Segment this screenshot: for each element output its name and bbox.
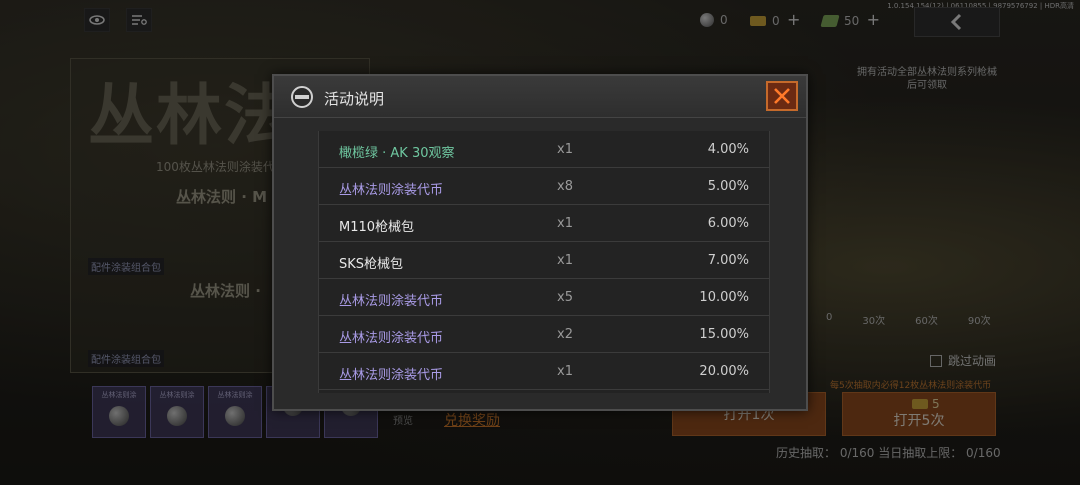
item-quantity: x8 bbox=[557, 179, 573, 194]
item-name: SKS枪械包 bbox=[339, 257, 404, 272]
item-probability: 10.00% bbox=[699, 290, 749, 305]
table-row: 丛林法则涂装代币 x2 15.00% bbox=[319, 316, 769, 353]
table-row: 丛林法则涂装代币 x1 20.00% bbox=[319, 353, 769, 390]
close-icon bbox=[774, 88, 790, 104]
item-quantity: x5 bbox=[557, 290, 573, 305]
close-button[interactable] bbox=[766, 81, 798, 111]
item-name: 丛林法则涂装代币 bbox=[339, 331, 444, 346]
item-name: 丛林法则涂装代币 bbox=[339, 183, 444, 198]
probability-table[interactable]: 橄榄绿 · AK 30观察 x1 4.00% 丛林法则涂装代币 x8 5.00%… bbox=[318, 131, 770, 393]
table-row: 橄榄绿 · AK 30观察 x1 4.00% bbox=[319, 131, 769, 168]
item-probability: 6.00% bbox=[707, 216, 749, 231]
table-row: 丛林法则涂装代币 x8 5.00% bbox=[319, 168, 769, 205]
item-probability: 4.00% bbox=[707, 142, 749, 157]
item-quantity: x1 bbox=[557, 216, 573, 231]
item-quantity: x1 bbox=[557, 253, 573, 268]
item-name: 丛林法则涂装代币 bbox=[339, 294, 444, 309]
dialog-header: 活动说明 bbox=[274, 76, 806, 118]
table-row: 丛林法则涂装代币 x5 10.00% bbox=[319, 279, 769, 316]
globe-icon bbox=[291, 86, 313, 108]
item-quantity: x1 bbox=[557, 142, 573, 157]
item-name: 橄榄绿 · AK 30观察 bbox=[339, 146, 455, 161]
item-probability: 15.00% bbox=[699, 327, 749, 342]
table-row: SKS枪械包 x1 7.00% bbox=[319, 242, 769, 279]
item-quantity: x1 bbox=[557, 364, 573, 379]
item-probability: 5.00% bbox=[707, 179, 749, 194]
dialog-title: 活动说明 bbox=[324, 90, 385, 108]
table-row: M110枪械包 x1 6.00% bbox=[319, 205, 769, 242]
event-info-dialog: 活动说明 橄榄绿 · AK 30观察 x1 4.00% 丛林法则涂装代币 x8 … bbox=[272, 74, 808, 411]
item-quantity: x2 bbox=[557, 327, 573, 342]
item-name: M110枪械包 bbox=[339, 220, 415, 235]
item-probability: 20.00% bbox=[699, 364, 749, 379]
item-probability: 7.00% bbox=[707, 253, 749, 268]
item-name: 丛林法则涂装代币 bbox=[339, 368, 444, 383]
